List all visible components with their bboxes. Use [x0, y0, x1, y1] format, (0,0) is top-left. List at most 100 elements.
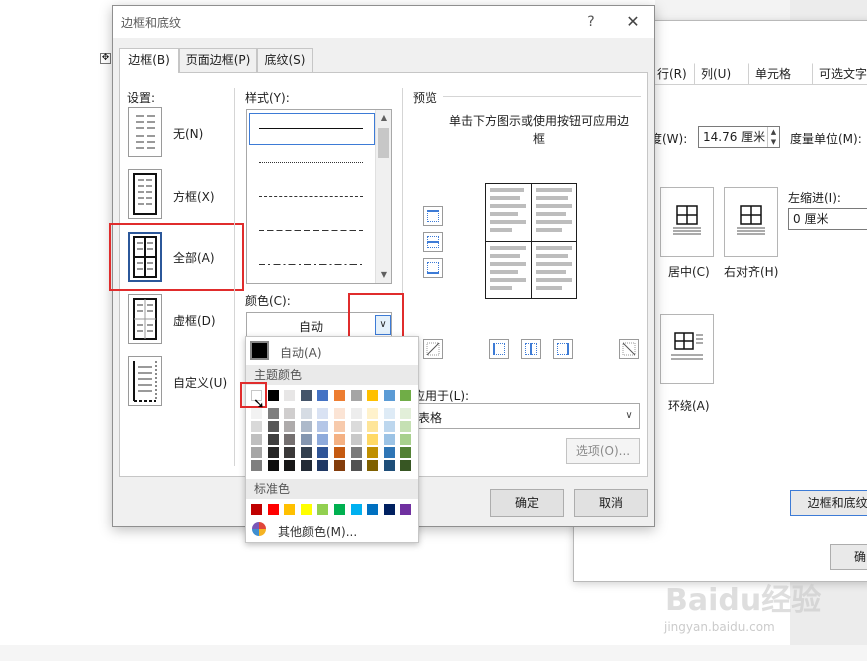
setting-box-label[interactable]: 方框(X) — [173, 188, 215, 205]
theme-shade-swatch[interactable] — [317, 434, 329, 445]
inside-horizontal-border-button[interactable] — [423, 232, 443, 252]
theme-shade-swatch[interactable] — [251, 434, 262, 445]
theme-shade-swatch[interactable] — [300, 460, 312, 471]
theme-shade-swatch[interactable] — [267, 460, 279, 471]
theme-shade-swatch[interactable] — [267, 447, 279, 458]
theme-shade-swatch[interactable] — [317, 408, 329, 419]
style-dash-line[interactable] — [259, 230, 363, 231]
scroll-down-icon[interactable]: ▼ — [376, 267, 392, 283]
theme-shade-swatch[interactable] — [383, 421, 395, 432]
standard-color-swatch[interactable] — [350, 504, 362, 515]
table-move-handle-icon[interactable]: ✥ — [100, 53, 111, 64]
theme-shade-swatch[interactable] — [367, 460, 379, 471]
theme-shade-swatch[interactable] — [350, 460, 362, 471]
standard-color-swatch[interactable] — [400, 504, 412, 515]
theme-shade-swatch[interactable] — [350, 447, 362, 458]
standard-color-swatch[interactable] — [383, 504, 395, 515]
theme-shade-swatch[interactable] — [350, 434, 362, 445]
theme-color-swatch[interactable] — [383, 390, 395, 401]
theme-shade-swatch[interactable] — [267, 421, 279, 432]
bottom-border-button[interactable] — [423, 258, 443, 278]
standard-color-swatch[interactable] — [334, 504, 345, 515]
chevron-down-icon[interactable]: ∨ — [621, 406, 637, 426]
standard-color-swatch[interactable] — [267, 504, 279, 515]
standard-color-swatch[interactable] — [284, 504, 296, 515]
right-border-button[interactable] — [553, 339, 573, 359]
theme-shade-swatch[interactable] — [317, 421, 329, 432]
theme-shade-swatch[interactable] — [383, 460, 395, 471]
theme-color-swatch[interactable] — [334, 390, 345, 401]
setting-grid-label[interactable]: 虚框(D) — [173, 312, 216, 329]
setting-custom-label[interactable]: 自定义(U) — [173, 374, 227, 391]
inside-vertical-border-button[interactable] — [521, 339, 541, 359]
style-list[interactable]: ▲ ▼ — [246, 109, 392, 284]
style-dotted-line[interactable] — [259, 162, 363, 163]
theme-color-swatch[interactable] — [400, 390, 412, 401]
standard-color-swatch[interactable] — [251, 504, 262, 515]
standard-color-swatch[interactable] — [367, 504, 379, 515]
setting-none-option[interactable] — [128, 107, 162, 157]
theme-shade-swatch[interactable] — [251, 447, 262, 458]
theme-color-swatch[interactable] — [267, 390, 279, 401]
theme-color-swatch[interactable] — [284, 390, 296, 401]
theme-shade-swatch[interactable] — [350, 421, 362, 432]
style-dash-dot-line[interactable] — [259, 264, 363, 265]
width-spinner[interactable]: 14.76 厘米 ▲ ▼ — [698, 126, 780, 148]
tab-column[interactable]: 列(U) — [694, 63, 738, 85]
setting-none-label[interactable]: 无(N) — [173, 125, 203, 142]
width-spin-buttons[interactable]: ▲ ▼ — [767, 127, 779, 147]
theme-shade-swatch[interactable] — [400, 408, 412, 419]
tab-alt-text[interactable]: 可选文字 — [812, 63, 867, 85]
preview-table[interactable] — [485, 183, 577, 299]
tab-row[interactable]: 行(R) — [650, 63, 694, 85]
theme-shade-swatch[interactable] — [300, 408, 312, 419]
theme-shade-swatch[interactable] — [267, 434, 279, 445]
scroll-up-icon[interactable]: ▲ — [376, 110, 392, 126]
tab-borders[interactable]: 边框(B) — [119, 48, 179, 73]
standard-color-swatch[interactable] — [300, 504, 312, 515]
dialog-titlebar[interactable]: 边框和底纹 ? ✕ — [113, 6, 654, 38]
diagonal-up-border-button[interactable] — [423, 339, 443, 359]
tab-shading[interactable]: 底纹(S) — [257, 48, 313, 72]
theme-color-swatch[interactable] — [350, 390, 362, 401]
tab-cell[interactable]: 单元格 — [748, 63, 798, 85]
theme-shade-swatch[interactable] — [334, 434, 345, 445]
theme-shade-swatch[interactable] — [284, 447, 296, 458]
align-right-option[interactable] — [724, 187, 778, 257]
top-border-button[interactable] — [423, 206, 443, 226]
theme-shade-swatch[interactable] — [367, 408, 379, 419]
background-ok-button[interactable]: 确 — [830, 544, 867, 570]
theme-shade-swatch[interactable] — [284, 408, 296, 419]
theme-shade-swatch[interactable] — [367, 434, 379, 445]
cancel-button[interactable]: 取消 — [574, 489, 648, 517]
theme-shade-swatch[interactable] — [317, 447, 329, 458]
setting-grid-option[interactable] — [128, 294, 162, 344]
ok-button[interactable]: 确定 — [490, 489, 564, 517]
indent-spinner[interactable]: 0 厘米 — [788, 208, 867, 230]
style-scrollbar[interactable]: ▲ ▼ — [375, 110, 391, 283]
theme-shade-swatch[interactable] — [334, 447, 345, 458]
style-solid-line[interactable] — [259, 128, 363, 129]
theme-shade-swatch[interactable] — [284, 421, 296, 432]
theme-shade-swatch[interactable] — [334, 460, 345, 471]
theme-shade-swatch[interactable] — [334, 408, 345, 419]
theme-shade-swatch[interactable] — [267, 408, 279, 419]
theme-shade-swatch[interactable] — [400, 447, 412, 458]
theme-shade-swatch[interactable] — [400, 421, 412, 432]
automatic-color-label[interactable]: 自动(A) — [280, 344, 322, 361]
theme-color-swatch[interactable] — [367, 390, 379, 401]
theme-shade-swatch[interactable] — [251, 460, 262, 471]
theme-shade-swatch[interactable] — [383, 447, 395, 458]
setting-custom-option[interactable] — [128, 356, 162, 406]
help-button[interactable]: ? — [581, 10, 601, 34]
style-small-dash-line[interactable] — [259, 196, 363, 197]
theme-shade-swatch[interactable] — [400, 434, 412, 445]
align-center-option[interactable] — [660, 187, 714, 257]
theme-shade-swatch[interactable] — [300, 434, 312, 445]
theme-shade-swatch[interactable] — [284, 434, 296, 445]
theme-shade-swatch[interactable] — [400, 460, 412, 471]
close-button[interactable]: ✕ — [621, 10, 645, 34]
theme-shade-swatch[interactable] — [350, 408, 362, 419]
diagonal-down-border-button[interactable] — [619, 339, 639, 359]
theme-shade-swatch[interactable] — [317, 460, 329, 471]
